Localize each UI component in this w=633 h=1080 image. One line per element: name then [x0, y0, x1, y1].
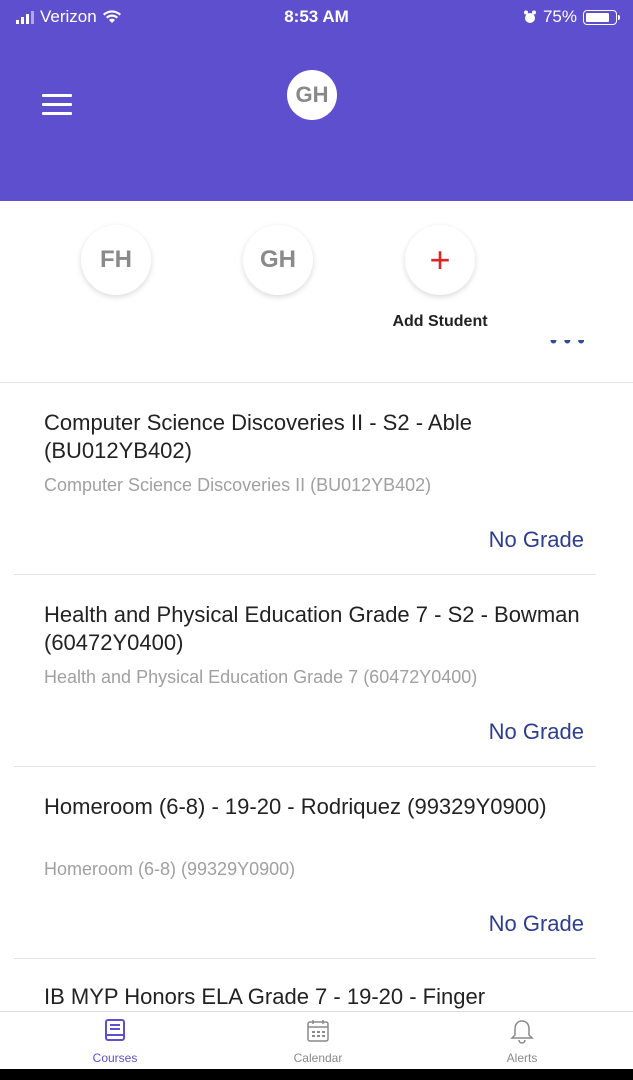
course-title: Computer Science Discoveries II - S2 - A…	[44, 410, 472, 463]
course-grade: No Grade	[488, 911, 584, 936]
tab-alerts[interactable]: Alerts	[482, 1018, 562, 1065]
course-item[interactable]: Health and Physical Education Grade 7 - …	[14, 575, 596, 767]
partial-grade-text: • • •	[549, 340, 585, 353]
course-item[interactable]: Homeroom (6-8) - 19-20 - Rodriquez (9932…	[14, 767, 596, 959]
student-avatar-fh[interactable]: FH	[81, 225, 151, 295]
tab-label: Courses	[92, 1051, 138, 1065]
battery-icon	[583, 9, 620, 25]
current-student-avatar[interactable]: GH	[287, 70, 337, 120]
course-item[interactable]: IB MYP Honors ELA Grade 7 - 19-20 - Fing…	[14, 959, 596, 1019]
status-right: 75%	[523, 7, 620, 27]
tab-label: Alerts	[506, 1051, 538, 1065]
course-title: Health and Physical Education Grade 7 - …	[44, 602, 580, 655]
alarm-icon	[523, 10, 536, 23]
hamburger-menu-icon[interactable]	[42, 94, 72, 118]
tab-label: Calendar	[293, 1051, 343, 1065]
course-subtitle: Homeroom (6-8) (99329Y0900)	[44, 859, 296, 879]
bottom-tab-bar: Courses Calendar Alerts	[0, 1011, 633, 1070]
course-item-partial[interactable]: • • •	[0, 340, 633, 383]
add-student-button[interactable]: +	[405, 225, 475, 295]
course-item[interactable]: Computer Science Discoveries II - S2 - A…	[14, 383, 596, 575]
course-title: IB MYP Honors ELA Grade 7 - 19-20 - Fing…	[44, 984, 486, 1009]
add-student-label[interactable]: Add Student	[360, 313, 520, 331]
battery-percent: 75%	[542, 7, 577, 26]
course-subtitle: Health and Physical Education Grade 7 (6…	[44, 667, 478, 687]
bell-icon	[510, 1020, 534, 1044]
tab-calendar[interactable]: Calendar	[278, 1018, 358, 1065]
student-avatar-gh[interactable]: GH	[243, 225, 313, 295]
tab-courses[interactable]: Courses	[75, 1018, 155, 1065]
student-switcher: FH GH + Add Student	[0, 201, 633, 341]
course-grade: No Grade	[488, 527, 584, 552]
course-title: Homeroom (6-8) - 19-20 - Rodriquez (9932…	[44, 794, 547, 819]
book-icon	[105, 1019, 125, 1041]
calendar-icon	[307, 1020, 329, 1042]
course-grade: No Grade	[488, 719, 584, 744]
course-subtitle: Computer Science Discoveries II (BU012YB…	[44, 475, 432, 495]
app-header: GH	[0, 34, 633, 201]
status-bar: Verizon 8:53 AM 75%	[0, 0, 633, 34]
course-list: Computer Science Discoveries II - S2 - A…	[14, 383, 596, 1019]
home-indicator-bar	[0, 1069, 633, 1080]
